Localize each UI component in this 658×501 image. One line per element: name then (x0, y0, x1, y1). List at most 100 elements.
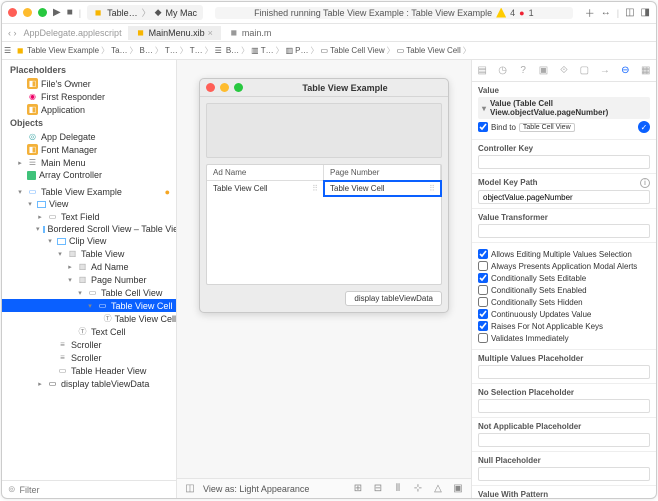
outline-col-pagenumber[interactable]: ▾Page Number (2, 273, 176, 286)
stop-button[interactable]: ■ (67, 7, 73, 18)
binding-check-label-2: Conditionally Sets Editable (491, 274, 586, 283)
tab-main-m[interactable]: main.m (221, 26, 280, 40)
outline-scroll-view[interactable]: ▾Bordered Scroll View – Table View (2, 223, 176, 235)
cube-icon (27, 144, 38, 155)
nullp-label: Null Placeholder (478, 456, 650, 465)
outline-application[interactable]: Application (2, 103, 176, 116)
nsp-field[interactable] (478, 399, 650, 413)
binding-check-0[interactable] (478, 249, 488, 259)
binding-check-2[interactable] (478, 273, 488, 283)
outline-header-view[interactable]: Table Header View (2, 364, 176, 377)
identity-inspector-tab[interactable]: ▣ (537, 64, 551, 78)
text-icon (104, 313, 112, 324)
connections-inspector-tab[interactable]: → (598, 64, 612, 78)
outline-clip-view[interactable]: ▾Clip View (2, 235, 176, 247)
mock-window[interactable]: Table View Example Ad Name Page Number T… (199, 78, 449, 313)
mvp-field[interactable] (478, 365, 650, 379)
tab-mainmenu-xib[interactable]: MainMenu.xib × (128, 26, 221, 40)
right-panel-toggle[interactable]: ◨ (641, 7, 650, 18)
embed-button[interactable]: ▣ (451, 482, 465, 496)
binding-check-6[interactable] (478, 321, 488, 331)
binding-check-label-1: Always Presents Application Modal Alerts (491, 262, 637, 271)
controller-icon (27, 171, 36, 180)
effects-inspector-tab[interactable]: ▦ (639, 64, 653, 78)
bind-to-popup[interactable]: Table Cell View (519, 123, 575, 132)
outline-table-view-cell-inner[interactable]: Table View Cell (2, 312, 176, 325)
outline-scroller-1[interactable]: Scroller (2, 338, 176, 351)
outline-scroller-2[interactable]: Scroller (2, 351, 176, 364)
binding-check-1[interactable] (478, 261, 488, 271)
value-transformer-field[interactable] (478, 224, 650, 238)
close-window-button[interactable] (8, 8, 17, 17)
library-button[interactable]: ↔ (601, 7, 611, 18)
zoom-window-button[interactable] (38, 8, 47, 17)
mock-col-adname[interactable]: Ad Name (207, 165, 324, 180)
outline-window[interactable]: ▾Table View Example● (2, 185, 176, 198)
outline-table-cell-view[interactable]: ▾Table Cell View (2, 286, 176, 299)
minimize-window-button[interactable] (23, 8, 32, 17)
outline-table-view[interactable]: ▾Table View (2, 247, 176, 260)
resolve-button[interactable]: △ (431, 482, 445, 496)
value-binding-header[interactable]: ▾Value (Table Cell View.objectValue.page… (478, 97, 650, 119)
outline-files-owner[interactable]: File's Owner (2, 77, 176, 90)
outline-main-menu[interactable]: ▸☰Main Menu (2, 156, 176, 169)
mock-cell-2-selected[interactable]: Table View Cell⠿ (324, 181, 441, 196)
binding-check-5[interactable] (478, 309, 488, 319)
view-as-label[interactable]: View as: Light Appearance (203, 484, 309, 494)
binding-check-4[interactable] (478, 297, 488, 307)
binding-check-3[interactable] (478, 285, 488, 295)
binding-check-label-7: Validates Immediately (491, 334, 569, 343)
run-button[interactable]: ▶ (53, 7, 61, 18)
size-inspector-tab[interactable]: ▢ (577, 64, 591, 78)
bind-to-checkbox[interactable] (478, 122, 488, 132)
outline-font-manager[interactable]: Font Manager (2, 143, 176, 156)
outline-first-responder[interactable]: ◉First Responder (2, 90, 176, 103)
binding-check-7[interactable] (478, 333, 488, 343)
mock-cell-1[interactable]: Table View Cell⠿ (207, 181, 324, 196)
outline-text-field[interactable]: ▸Text Field (2, 210, 176, 223)
scheme-selector[interactable]: Table… 〉 ◆ My Mac (87, 5, 203, 20)
outline-text-cell[interactable]: Text Cell (2, 325, 176, 338)
left-panel-toggle[interactable]: ◫ (625, 7, 634, 18)
outline-view[interactable]: ▾View (2, 198, 176, 210)
outline-col-adname[interactable]: ▸Ad Name (2, 260, 176, 273)
layout-button-1[interactable]: ⊞ (351, 482, 365, 496)
outline-table-view-cell-selected[interactable]: ▾▭Table View Cell (2, 299, 176, 312)
mock-col-pagenumber[interactable]: Page Number (324, 165, 441, 180)
view-icon (37, 201, 46, 208)
align-button[interactable]: ⫴ (391, 482, 405, 496)
nap-label: Not Applicable Placeholder (478, 422, 650, 431)
mock-zoom-icon (234, 83, 243, 92)
pin-button[interactable]: ⊹ (411, 482, 425, 496)
info-icon[interactable]: i (640, 178, 650, 188)
layout-button-2[interactable]: ⊟ (371, 482, 385, 496)
outline-display-button[interactable]: ▸▭display tableViewData (2, 377, 176, 390)
nav-back-button[interactable]: ‹ › AppDelegate.applescript (2, 28, 128, 38)
nullp-field[interactable] (478, 467, 650, 481)
mock-display-button[interactable]: display tableViewData (345, 291, 442, 306)
plus-button[interactable]: ＋ (585, 5, 595, 20)
warning-icon[interactable] (496, 8, 506, 18)
activity-status: Finished running Table View Example : Ta… (215, 7, 573, 19)
document-outline: Placeholders File's Owner ◉First Respond… (2, 60, 177, 498)
outline-app-delegate[interactable]: ◎App Delegate (2, 130, 176, 143)
error-icon[interactable]: ● (519, 8, 524, 18)
jump-bar[interactable]: ☰ Table View Example〉 Ta…〉 B…〉 T…〉 T…〉 ☰… (2, 42, 656, 60)
mock-close-icon (206, 83, 215, 92)
ib-canvas[interactable]: Table View Example Ad Name Page Number T… (177, 60, 471, 478)
outline-toggle-button[interactable]: ◫ (183, 482, 197, 496)
bindings-inspector-tab[interactable]: ⊖ (618, 64, 632, 78)
help-inspector-tab[interactable]: ? (516, 64, 530, 78)
mock-table-view[interactable]: Ad Name Page Number Table View Cell⠿ Tab… (206, 164, 442, 285)
outline-array-controller[interactable]: Array Controller (2, 169, 176, 181)
outline-filter[interactable]: ⊚ (2, 480, 176, 498)
attributes-inspector-tab[interactable]: ⟐ (557, 64, 571, 78)
model-key-field[interactable] (478, 190, 650, 204)
column-icon (77, 261, 88, 272)
mock-toolbar-area[interactable] (206, 103, 442, 158)
nap-field[interactable] (478, 433, 650, 447)
controller-key-field[interactable] (478, 155, 650, 169)
filter-input[interactable] (20, 485, 170, 495)
file-inspector-tab[interactable]: ▤ (475, 64, 489, 78)
history-inspector-tab[interactable]: ◷ (496, 64, 510, 78)
